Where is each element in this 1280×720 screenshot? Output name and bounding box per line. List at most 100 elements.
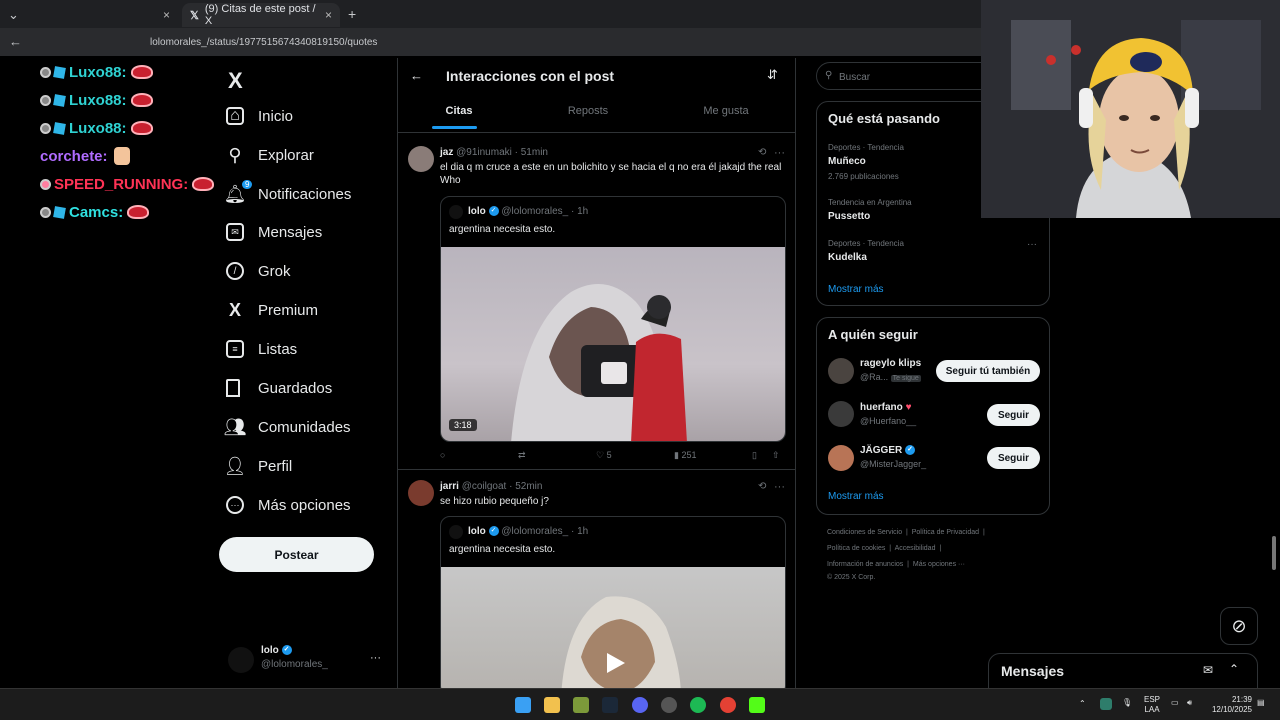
sliders-icon[interactable]: ⇵ <box>767 67 778 83</box>
tab-reposts[interactable]: Reposts <box>568 105 608 117</box>
footer-link[interactable]: Accesibilidad <box>895 545 936 552</box>
back-arrow-icon[interactable]: ← <box>9 34 22 49</box>
sidebar-item-notificaciones[interactable]: 🔔︎ 9 Notificaciones <box>224 180 351 206</box>
grok-explain-icon[interactable]: ⟲ <box>758 481 766 492</box>
quote-tweet[interactable]: jarri @coilgoat · 52min ⟲ ··· se hizo ru… <box>398 471 795 688</box>
video-player[interactable]: 3:18 <box>441 247 785 441</box>
windows-start-icon[interactable] <box>515 697 531 713</box>
notifications-icon[interactable]: ▤ <box>1257 698 1265 708</box>
show-more-trends-link[interactable]: Mostrar más <box>828 284 884 295</box>
quote-tweet[interactable]: jaz @91inumaki · 51min ⟲ ··· el dia q m … <box>398 138 795 470</box>
suggested-user-name[interactable]: rageylo klips <box>860 358 921 369</box>
sidebar-item-premium[interactable]: X Premium <box>226 298 318 322</box>
account-more-icon[interactable]: ··· <box>370 652 381 664</box>
close-tab-icon[interactable]: × <box>163 8 170 22</box>
tab-citas[interactable]: Citas <box>446 105 473 117</box>
quoted-header: lolo ✓ @lolomorales_ · 1h <box>468 526 588 537</box>
quoted-text: argentina necesita esto. <box>449 544 556 555</box>
share-icon[interactable]: ⇧ <box>772 450 780 461</box>
app-icon[interactable] <box>573 697 589 713</box>
browser-tab-inactive[interactable]: × <box>28 3 178 27</box>
page-scrollbar[interactable] <box>1272 536 1276 570</box>
messages-drawer[interactable]: Mensajes ✉ ⌃ <box>988 653 1258 689</box>
sidebar-item-perfil[interactable]: 👤︎ Perfil <box>224 454 293 478</box>
network-icon[interactable]: ▭ <box>1171 698 1179 708</box>
browser-tab-active[interactable]: 𝕏 (9) Citas de este post / X × <box>182 3 340 27</box>
sidebar-item-guardados[interactable]: Guardados <box>226 376 332 400</box>
x-logo-icon[interactable]: X <box>228 68 243 94</box>
sidebar-item-mas-opciones[interactable]: ··· Más opciones <box>226 493 351 517</box>
discord-icon[interactable] <box>632 697 648 713</box>
video-player[interactable] <box>441 567 785 688</box>
kick-icon[interactable] <box>749 697 765 713</box>
file-explorer-icon[interactable] <box>544 697 560 713</box>
tab-me-gusta[interactable]: Me gusta <box>703 105 748 117</box>
steam-icon[interactable] <box>602 697 618 713</box>
more-icon[interactable]: ··· <box>774 481 785 493</box>
follow-button[interactable]: Seguir <box>987 404 1040 426</box>
reply-icon[interactable]: ○ <box>440 450 445 460</box>
verified-badge-icon: ✓ <box>488 526 499 537</box>
post-button[interactable]: Postear <box>219 537 374 572</box>
tray-chevron-icon[interactable]: ⌃ <box>1079 699 1086 709</box>
volume-icon[interactable]: 🔊︎ <box>1187 698 1192 708</box>
like-count: 5 <box>606 450 612 460</box>
views-button[interactable]: ▮ 251 <box>674 450 696 461</box>
footer-separator: | <box>907 561 909 568</box>
follow-button[interactable]: Seguir <box>987 447 1040 469</box>
trend-more-icon[interactable]: ··· <box>1027 239 1037 250</box>
people-icon: 👥︎ <box>223 416 247 437</box>
suggested-user-name-row[interactable]: JÄGGER ✓ <box>860 445 916 456</box>
footer-link[interactable]: Política de cookies <box>827 545 885 552</box>
bell-icon: 🔔︎ 9 <box>224 180 253 204</box>
bookmark-icon[interactable]: ▯ <box>752 450 757 461</box>
language-indicator[interactable]: ESP LAA <box>1144 695 1160 715</box>
footer-link[interactable]: Política de Privacidad <box>912 529 979 536</box>
obs-icon[interactable] <box>661 697 677 713</box>
tweet-time: · 1h <box>570 526 589 537</box>
like-button[interactable]: ♡ 5 <box>596 450 612 461</box>
expand-chevron-icon[interactable]: ⌃ <box>1229 662 1239 676</box>
sidebar-item-label: Listas <box>258 340 298 358</box>
chat-username: Luxo88: <box>69 63 127 81</box>
grok-floating-button[interactable]: ⊘ <box>1220 607 1258 645</box>
footer-link[interactable]: Más opciones ··· <box>913 561 965 568</box>
new-message-icon[interactable]: ✉ <box>1203 663 1213 677</box>
sidebar-item-explorar[interactable]: ⚲ Explorar <box>226 143 313 167</box>
footer-link[interactable]: Información de anuncios <box>827 561 903 568</box>
trend-item[interactable]: Kudelka <box>828 252 867 263</box>
new-tab-button[interactable]: + <box>348 6 356 22</box>
back-arrow-icon[interactable]: ← <box>410 68 423 83</box>
quoted-tweet[interactable]: lolo ✓ @lolomorales_ · 1h argentina nece… <box>440 196 786 442</box>
chat-username: Luxo88: <box>69 91 127 109</box>
sidebar-item-grok[interactable]: / Grok <box>226 259 291 283</box>
clock[interactable]: 21:39 12/10/2025 <box>1208 695 1252 715</box>
tab-search-icon[interactable]: ⌄ <box>8 7 19 23</box>
close-tab-icon[interactable]: × <box>325 8 332 22</box>
follow-back-button[interactable]: Seguir tú también <box>936 360 1040 382</box>
more-icon[interactable]: ··· <box>774 147 785 159</box>
microphone-icon[interactable]: 🎙︎ <box>1122 698 1132 708</box>
sidebar-item-listas[interactable]: ≡ Listas <box>226 337 297 361</box>
address-bar[interactable]: lolomorales_/status/1977515674340819150/… <box>150 37 377 48</box>
footer-link[interactable]: Condiciones de Servicio <box>827 529 902 536</box>
sidebar-item-comunidades[interactable]: 👥︎ Comunidades <box>223 415 351 439</box>
chrome-icon[interactable] <box>720 697 736 713</box>
mouth-emote-icon <box>192 177 215 191</box>
repost-icon[interactable]: ⇄ <box>518 450 526 461</box>
tray-app-icon[interactable] <box>1100 698 1112 710</box>
sidebar-item-mensajes[interactable]: ✉ Mensajes <box>226 220 322 244</box>
trend-item[interactable]: Pussetto <box>828 211 870 222</box>
spotify-icon[interactable] <box>690 697 706 713</box>
bookmark-icon <box>226 379 240 397</box>
search-icon: ⚲ <box>825 70 833 81</box>
show-more-follow-link[interactable]: Mostrar más <box>828 491 884 502</box>
sidebar-item-inicio[interactable]: ⌂ Inicio <box>226 104 293 128</box>
grok-explain-icon[interactable]: ⟲ <box>758 147 766 158</box>
quoted-tweet[interactable]: lolo ✓ @lolomorales_ · 1h argentina nece… <box>440 516 786 688</box>
author-handle: @91inumaki <box>456 147 512 158</box>
suggested-user-name-row[interactable]: huerfano ♥ <box>860 402 912 413</box>
account-switcher[interactable]: lolo ✓ @lolomorales_ ··· <box>228 643 388 679</box>
trend-item[interactable]: Muñeco <box>828 156 866 167</box>
trend-meta: Deportes · Tendencia <box>828 239 904 248</box>
